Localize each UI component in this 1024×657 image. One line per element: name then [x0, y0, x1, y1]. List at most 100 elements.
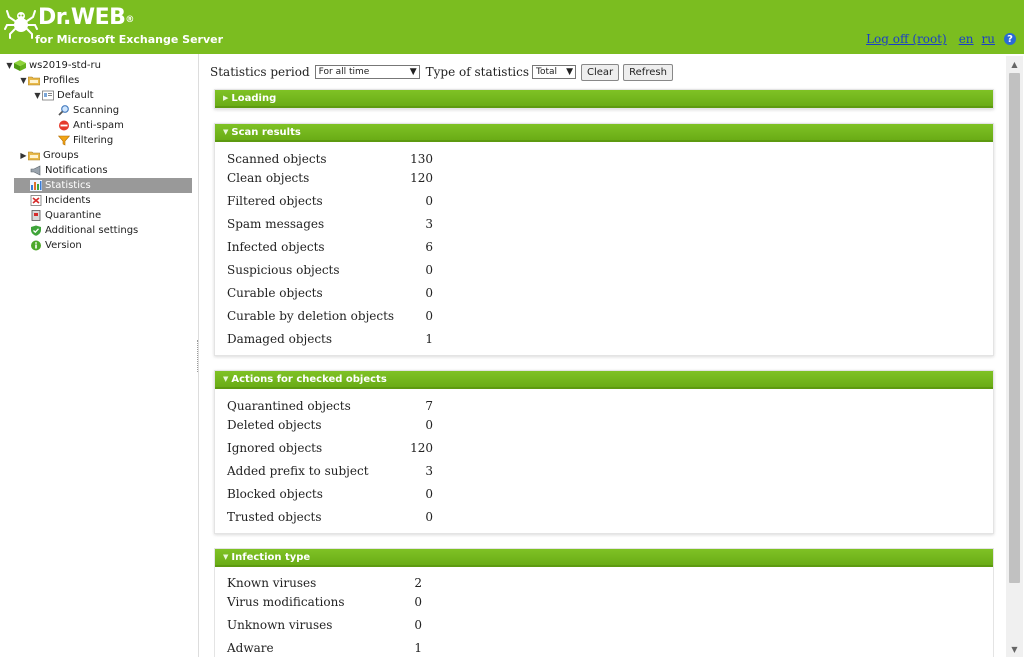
- tree-item-incidents[interactable]: Incidents: [30, 193, 91, 208]
- stat-label: Virus modifications: [227, 595, 345, 609]
- logoff-link[interactable]: Log off (root): [866, 32, 947, 46]
- info-icon: [31, 240, 41, 251]
- stat-value: 0: [425, 263, 433, 277]
- stat-row: Damaged objects 1: [227, 331, 433, 347]
- stat-row: Clean objects 120: [227, 170, 433, 186]
- period-label: Statistics period: [210, 65, 310, 79]
- tree-item-antispam[interactable]: Anti-spam: [58, 118, 124, 133]
- clear-button[interactable]: Clear: [581, 63, 620, 81]
- stat-row: Suspicious objects 0: [227, 262, 433, 278]
- tree-item-notifications[interactable]: Notifications: [30, 163, 108, 178]
- vertical-scrollbar[interactable]: ▲ ▼: [1006, 56, 1023, 657]
- tree-label: Profiles: [43, 75, 80, 86]
- period-select[interactable]: For all time ▼: [314, 65, 420, 79]
- type-label: Type of statistics: [425, 65, 529, 79]
- stat-row: Spam messages 3: [227, 216, 433, 232]
- stat-label: Quarantined objects: [227, 399, 351, 413]
- stat-value: 0: [425, 286, 433, 300]
- tree-item-scanning[interactable]: Scanning: [58, 103, 119, 118]
- loading-panel: ▶ Loading: [214, 89, 994, 109]
- infection-type-panel: ▼ Infection type Known viruses 2 Virus mo…: [214, 548, 994, 657]
- stat-label: Infected objects: [227, 240, 325, 254]
- type-select[interactable]: Total ▼: [532, 65, 576, 79]
- stat-value: 1: [414, 641, 422, 655]
- scrollbar-thumb[interactable]: [1009, 73, 1020, 583]
- stat-label: Blocked objects: [227, 487, 323, 501]
- panel-title: Infection type: [231, 551, 311, 563]
- stat-row: Virus modifications 0: [227, 594, 422, 610]
- stat-row: Ignored objects 120: [227, 440, 433, 456]
- app-header: Dr.WEB® for Microsoft Exchange Server Lo…: [0, 0, 1024, 54]
- tree-item-groups[interactable]: ▶ Groups: [19, 148, 79, 163]
- profile-card-icon: [42, 90, 54, 101]
- infection-type-panel-header[interactable]: ▼ Infection type: [215, 549, 993, 567]
- stat-label: Curable by deletion objects: [227, 309, 395, 323]
- brand-subtitle: for Microsoft Exchange Server: [35, 33, 224, 46]
- expand-toggle-icon[interactable]: ▼: [19, 76, 28, 85]
- megaphone-icon: [30, 165, 41, 176]
- stat-value: 0: [425, 487, 433, 501]
- help-icon[interactable]: ?: [1004, 33, 1016, 45]
- actions-panel-header[interactable]: ▼ Actions for checked objects: [215, 371, 993, 389]
- stat-value: 0: [414, 595, 422, 609]
- stat-label: Spam messages: [227, 217, 325, 231]
- loading-panel-header[interactable]: ▶ Loading: [215, 90, 993, 108]
- stat-row: Added prefix to subject 3: [227, 463, 433, 479]
- statistics-toolbar: Statistics period For all time ▼ Type of…: [210, 62, 673, 82]
- expand-toggle-icon[interactable]: ▶: [19, 151, 28, 160]
- tree-item-profiles[interactable]: ▼ Profiles: [19, 73, 79, 88]
- tree-item-additional-settings[interactable]: Additional settings: [30, 223, 138, 238]
- expand-arrow-icon: ▶: [223, 94, 229, 102]
- brand-title: Dr.WEB®: [38, 5, 134, 30]
- stat-row: Quarantined objects 7: [227, 398, 433, 414]
- no-entry-icon: [59, 120, 69, 131]
- stat-row: Infected objects 6: [227, 239, 433, 255]
- tree-item-statistics[interactable]: Statistics: [14, 178, 192, 193]
- tree-label: Incidents: [45, 195, 91, 206]
- sidebar-splitter-handle[interactable]: [197, 340, 200, 372]
- stat-row: Trusted objects 0: [227, 509, 433, 525]
- shield-check-icon: [31, 225, 41, 236]
- stat-row: Curable objects 0: [227, 285, 433, 301]
- period-select-value: For all time: [318, 67, 370, 77]
- expand-toggle-icon[interactable]: ▼: [33, 91, 42, 100]
- language-en-link[interactable]: en: [959, 32, 974, 46]
- stat-label: Clean objects: [227, 171, 310, 185]
- tree-label: Notifications: [45, 165, 108, 176]
- scroll-down-arrow-icon[interactable]: ▼: [1006, 641, 1023, 657]
- stat-label: Deleted objects: [227, 418, 322, 432]
- funnel-icon: [58, 135, 70, 146]
- chevron-down-icon: ▼: [566, 67, 573, 77]
- tree-item-version[interactable]: Version: [30, 238, 82, 253]
- scan-results-panel: ▼ Scan results Scanned objects 130 Clean …: [214, 123, 994, 356]
- tree-item-filtering[interactable]: Filtering: [58, 133, 113, 148]
- tree-item-quarantine[interactable]: Quarantine: [30, 208, 101, 223]
- tree-item-default[interactable]: ▼ Default: [33, 88, 93, 103]
- folder-icon: [28, 151, 40, 161]
- collapse-arrow-icon: ▼: [223, 553, 229, 561]
- expand-toggle-icon[interactable]: ▼: [5, 61, 14, 70]
- language-ru-link[interactable]: ru: [982, 32, 995, 46]
- tree-label: Anti-spam: [73, 120, 124, 131]
- stat-label: Adware: [227, 641, 274, 655]
- scroll-up-arrow-icon[interactable]: ▲: [1006, 56, 1023, 72]
- stat-label: Added prefix to subject: [227, 464, 369, 478]
- magnifier-icon: [58, 105, 69, 116]
- tree-label: Groups: [43, 150, 79, 161]
- stat-row: Filtered objects 0: [227, 193, 433, 209]
- actions-panel: ▼ Actions for checked objects Quarantine…: [214, 370, 994, 534]
- stat-label: Suspicious objects: [227, 263, 340, 277]
- panel-title: Loading: [231, 92, 277, 104]
- stat-label: Unknown viruses: [227, 618, 333, 632]
- stat-value: 0: [425, 510, 433, 524]
- stat-label: Filtered objects: [227, 194, 323, 208]
- stat-value: 2: [414, 576, 422, 590]
- tree-item-server[interactable]: ▼ ws2019-std-ru: [5, 58, 101, 73]
- scan-results-panel-header[interactable]: ▼ Scan results: [215, 124, 993, 142]
- refresh-button[interactable]: Refresh: [623, 63, 673, 81]
- stat-value: 0: [425, 418, 433, 432]
- panel-title: Scan results: [231, 126, 301, 138]
- stat-value: 3: [425, 464, 433, 478]
- stat-label: Ignored objects: [227, 441, 323, 455]
- tree-label: Additional settings: [45, 225, 139, 236]
